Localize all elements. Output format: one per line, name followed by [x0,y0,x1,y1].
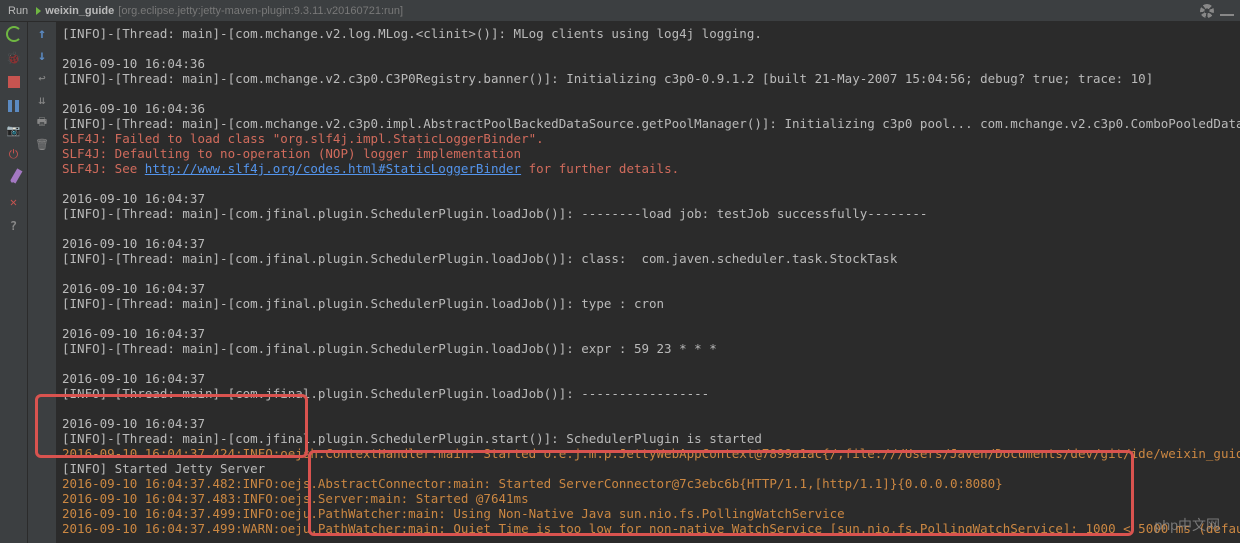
log-link[interactable]: http://www.slf4j.org/codes.html#StaticLo… [145,161,521,176]
run-label: Run [8,5,28,17]
console-line [62,356,1234,371]
console-line: [INFO] Started Jetty Server [62,461,1234,476]
exit-button[interactable] [6,146,22,162]
rerun-button[interactable] [6,26,22,42]
console-line [62,401,1234,416]
console-line: 2016-09-10 16:04:37.499:WARN:oeju.PathWa… [62,521,1234,536]
console-line: [INFO]-[Thread: main]-[com.mchange.v2.lo… [62,26,1234,41]
minimize-icon[interactable] [1220,6,1234,16]
console-line: 2016-09-10 16:04:37 [62,236,1234,251]
console-line: 2016-09-10 16:04:36 [62,101,1234,116]
console-line [62,311,1234,326]
console-line: 2016-09-10 16:04:37 [62,191,1234,206]
console-output[interactable]: [INFO]-[Thread: main]-[com.mchange.v2.lo… [56,22,1240,543]
console-line: 2016-09-10 16:04:37 [62,416,1234,431]
console-line: 2016-09-10 16:04:36 [62,56,1234,71]
console-line: 2016-09-10 16:04:37.424:INFO:oejsh.Conte… [62,446,1234,461]
scroll-up-button[interactable] [34,26,50,42]
scroll-down-button[interactable] [34,48,50,64]
console-line [62,266,1234,281]
console-line: [INFO]-[Thread: main]-[com.jfinal.plugin… [62,386,1234,401]
console-line: [INFO]-[Thread: main]-[com.jfinal.plugin… [62,296,1234,311]
close-tab-button[interactable] [6,194,22,210]
console-line [62,176,1234,191]
console-line: 2016-09-10 16:04:37 [62,326,1234,341]
console-line: [INFO]-[Thread: main]-[com.jfinal.plugin… [62,431,1234,446]
console-line: 2016-09-10 16:04:37.499:INFO:oeju.PathWa… [62,506,1234,521]
debug-button[interactable]: 🐞 [6,50,22,66]
stop-button[interactable] [6,74,22,90]
console-line: [INFO]-[Thread: main]-[com.jfinal.plugin… [62,341,1234,356]
help-button[interactable] [6,218,22,234]
console-line [62,86,1234,101]
pause-button[interactable] [6,98,22,114]
console-line: [INFO]-[Thread: main]-[com.mchange.v2.c3… [62,71,1234,86]
scroll-to-end-button[interactable] [34,92,50,108]
console-line: [INFO]-[Thread: main]-[com.mchange.v2.c3… [62,116,1234,131]
main-area: 🐞 [INFO]-[Thread: main]-[com.mchange.v2.… [0,22,1240,543]
console-line [62,221,1234,236]
dump-threads-button[interactable] [6,122,22,138]
console-line: SLF4J: Failed to load class "org.slf4j.i… [62,131,1234,146]
pin-tab-button[interactable] [6,170,22,186]
console-line: [INFO]-[Thread: main]-[com.jfinal.plugin… [62,251,1234,266]
run-tool-header: Run weixin_guide [org.eclipse.jetty:jett… [0,0,1240,22]
console-toolbar [28,22,56,543]
gear-icon[interactable] [1200,4,1214,18]
console-line: SLF4J: See http://www.slf4j.org/codes.ht… [62,161,1234,176]
console-line: 2016-09-10 16:04:37.483:INFO:oejs.Server… [62,491,1234,506]
print-button[interactable] [34,114,50,130]
console-line: 2016-09-10 16:04:37.482:INFO:oejs.Abstra… [62,476,1234,491]
console-line: SLF4J: Defaulting to no-operation (NOP) … [62,146,1234,161]
run-config-detail: [org.eclipse.jetty:jetty-maven-plugin:9.… [118,5,403,17]
clear-all-button[interactable] [34,136,50,152]
console-line: [INFO]-[Thread: main]-[com.jfinal.plugin… [62,206,1234,221]
watermark: php中文网 [1155,515,1220,535]
soft-wrap-button[interactable] [34,70,50,86]
console-line: 2016-09-10 16:04:37 [62,371,1234,386]
run-toolbar: 🐞 [0,22,28,543]
run-config-name[interactable]: weixin_guide [45,5,114,17]
console-line [62,41,1234,56]
console-line: 2016-09-10 16:04:37 [62,281,1234,296]
run-arrow-icon [36,7,41,15]
